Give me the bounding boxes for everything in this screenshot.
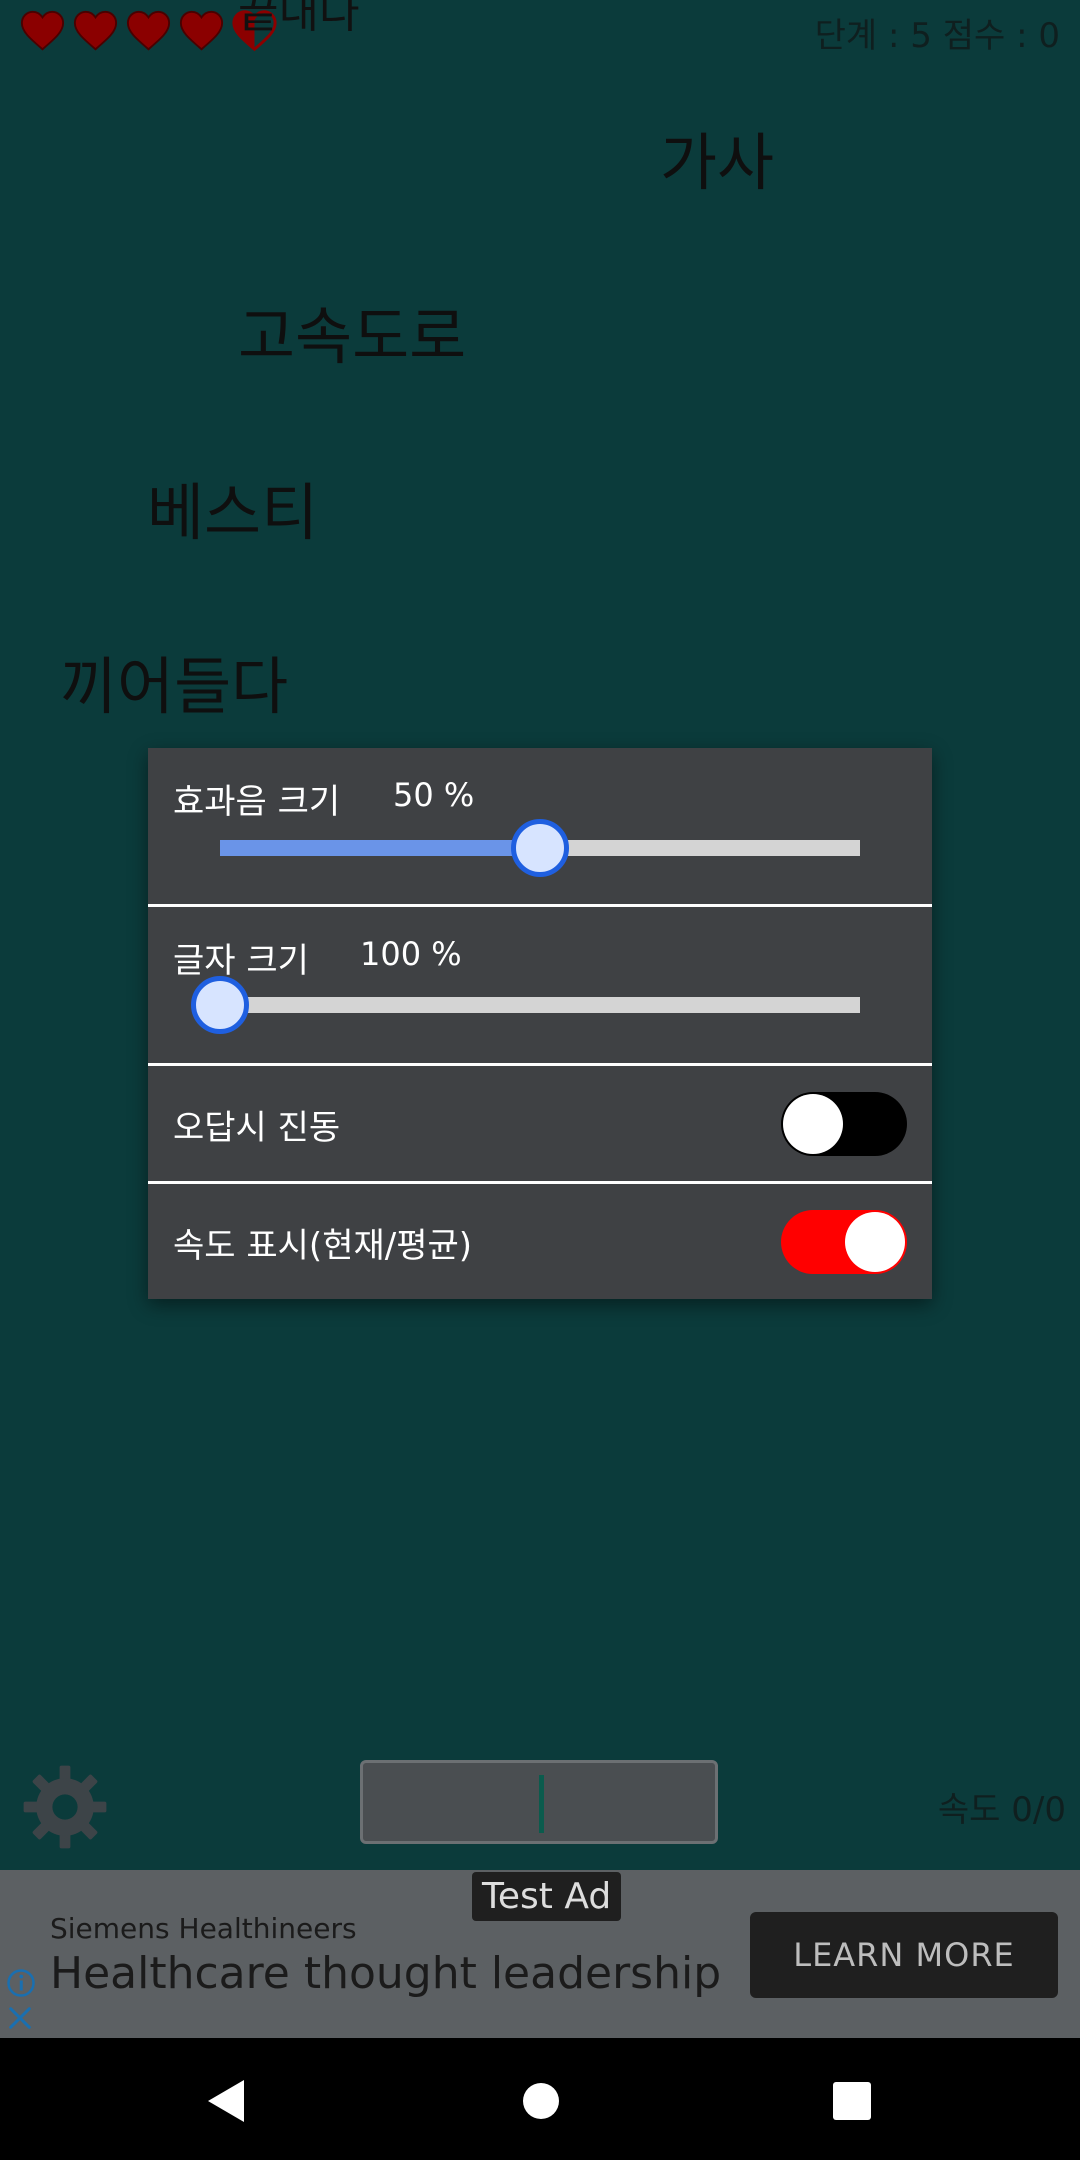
text-size-value: 100 % bbox=[360, 935, 462, 973]
gear-icon[interactable] bbox=[20, 1762, 110, 1852]
speed-display-toggle[interactable] bbox=[781, 1210, 907, 1274]
heart-icon bbox=[179, 10, 224, 51]
falling-word-partial: 끝내다 bbox=[238, 0, 360, 38]
ad-test-tag: Test Ad bbox=[472, 1872, 622, 1921]
sfx-volume-row: 효과음 크기 50 % bbox=[148, 748, 932, 904]
heart-icon bbox=[126, 10, 171, 51]
text-caret bbox=[539, 1775, 544, 1833]
vibrate-label: 오답시 진동 bbox=[173, 1108, 341, 1148]
stage-score: 단계 : 5 점수 : 0 bbox=[815, 8, 1060, 57]
ad-learn-more-button[interactable]: LEARN MORE bbox=[750, 1912, 1058, 1998]
ad-info-icon[interactable] bbox=[6, 1968, 36, 1998]
vibrate-toggle[interactable] bbox=[781, 1092, 907, 1156]
ad-close-icon[interactable] bbox=[6, 2004, 34, 2032]
ad-headline[interactable]: Healthcare thought leadership bbox=[50, 1948, 721, 1999]
text-size-row: 글자 크기 100 % bbox=[148, 907, 932, 1063]
ad-brand[interactable]: Siemens Healthineers bbox=[50, 1912, 357, 1945]
vibrate-row: 오답시 진동 bbox=[148, 1066, 932, 1181]
speed-readout: 속도 0/0 bbox=[937, 1790, 1066, 1830]
sfx-volume-thumb[interactable] bbox=[511, 819, 569, 877]
sfx-volume-label: 효과음 크기 bbox=[173, 782, 341, 822]
toggle-knob bbox=[783, 1094, 843, 1154]
stage-score-text: 단계 : 5 점수 : 0 bbox=[814, 16, 1060, 56]
text-size-thumb[interactable] bbox=[191, 976, 249, 1034]
back-icon[interactable] bbox=[206, 2078, 246, 2124]
answer-input[interactable] bbox=[360, 1760, 718, 1844]
text-size-label: 글자 크기 bbox=[173, 941, 309, 981]
falling-word: 고속도로 bbox=[238, 300, 467, 373]
speed-display-row: 속도 표시(현재/평균) bbox=[148, 1184, 932, 1299]
toggle-knob bbox=[845, 1212, 905, 1272]
sfx-volume-fill bbox=[220, 840, 540, 856]
home-icon[interactable] bbox=[523, 2083, 559, 2119]
recent-apps-icon[interactable] bbox=[833, 2082, 871, 2120]
heart-icon bbox=[20, 10, 65, 51]
falling-word: 가사 bbox=[660, 126, 775, 199]
falling-word: 끼어들다 bbox=[60, 650, 289, 723]
settings-dialog: 효과음 크기 50 % 글자 크기 100 % 오답시 진동 속도 표시(현재/… bbox=[148, 748, 932, 1299]
falling-word: 베스티 bbox=[147, 476, 319, 549]
heart-icon bbox=[73, 10, 118, 51]
speed-display-label: 속도 표시(현재/평균) bbox=[173, 1226, 473, 1266]
sfx-volume-value: 50 % bbox=[393, 776, 475, 814]
text-size-slider[interactable] bbox=[220, 997, 860, 1013]
